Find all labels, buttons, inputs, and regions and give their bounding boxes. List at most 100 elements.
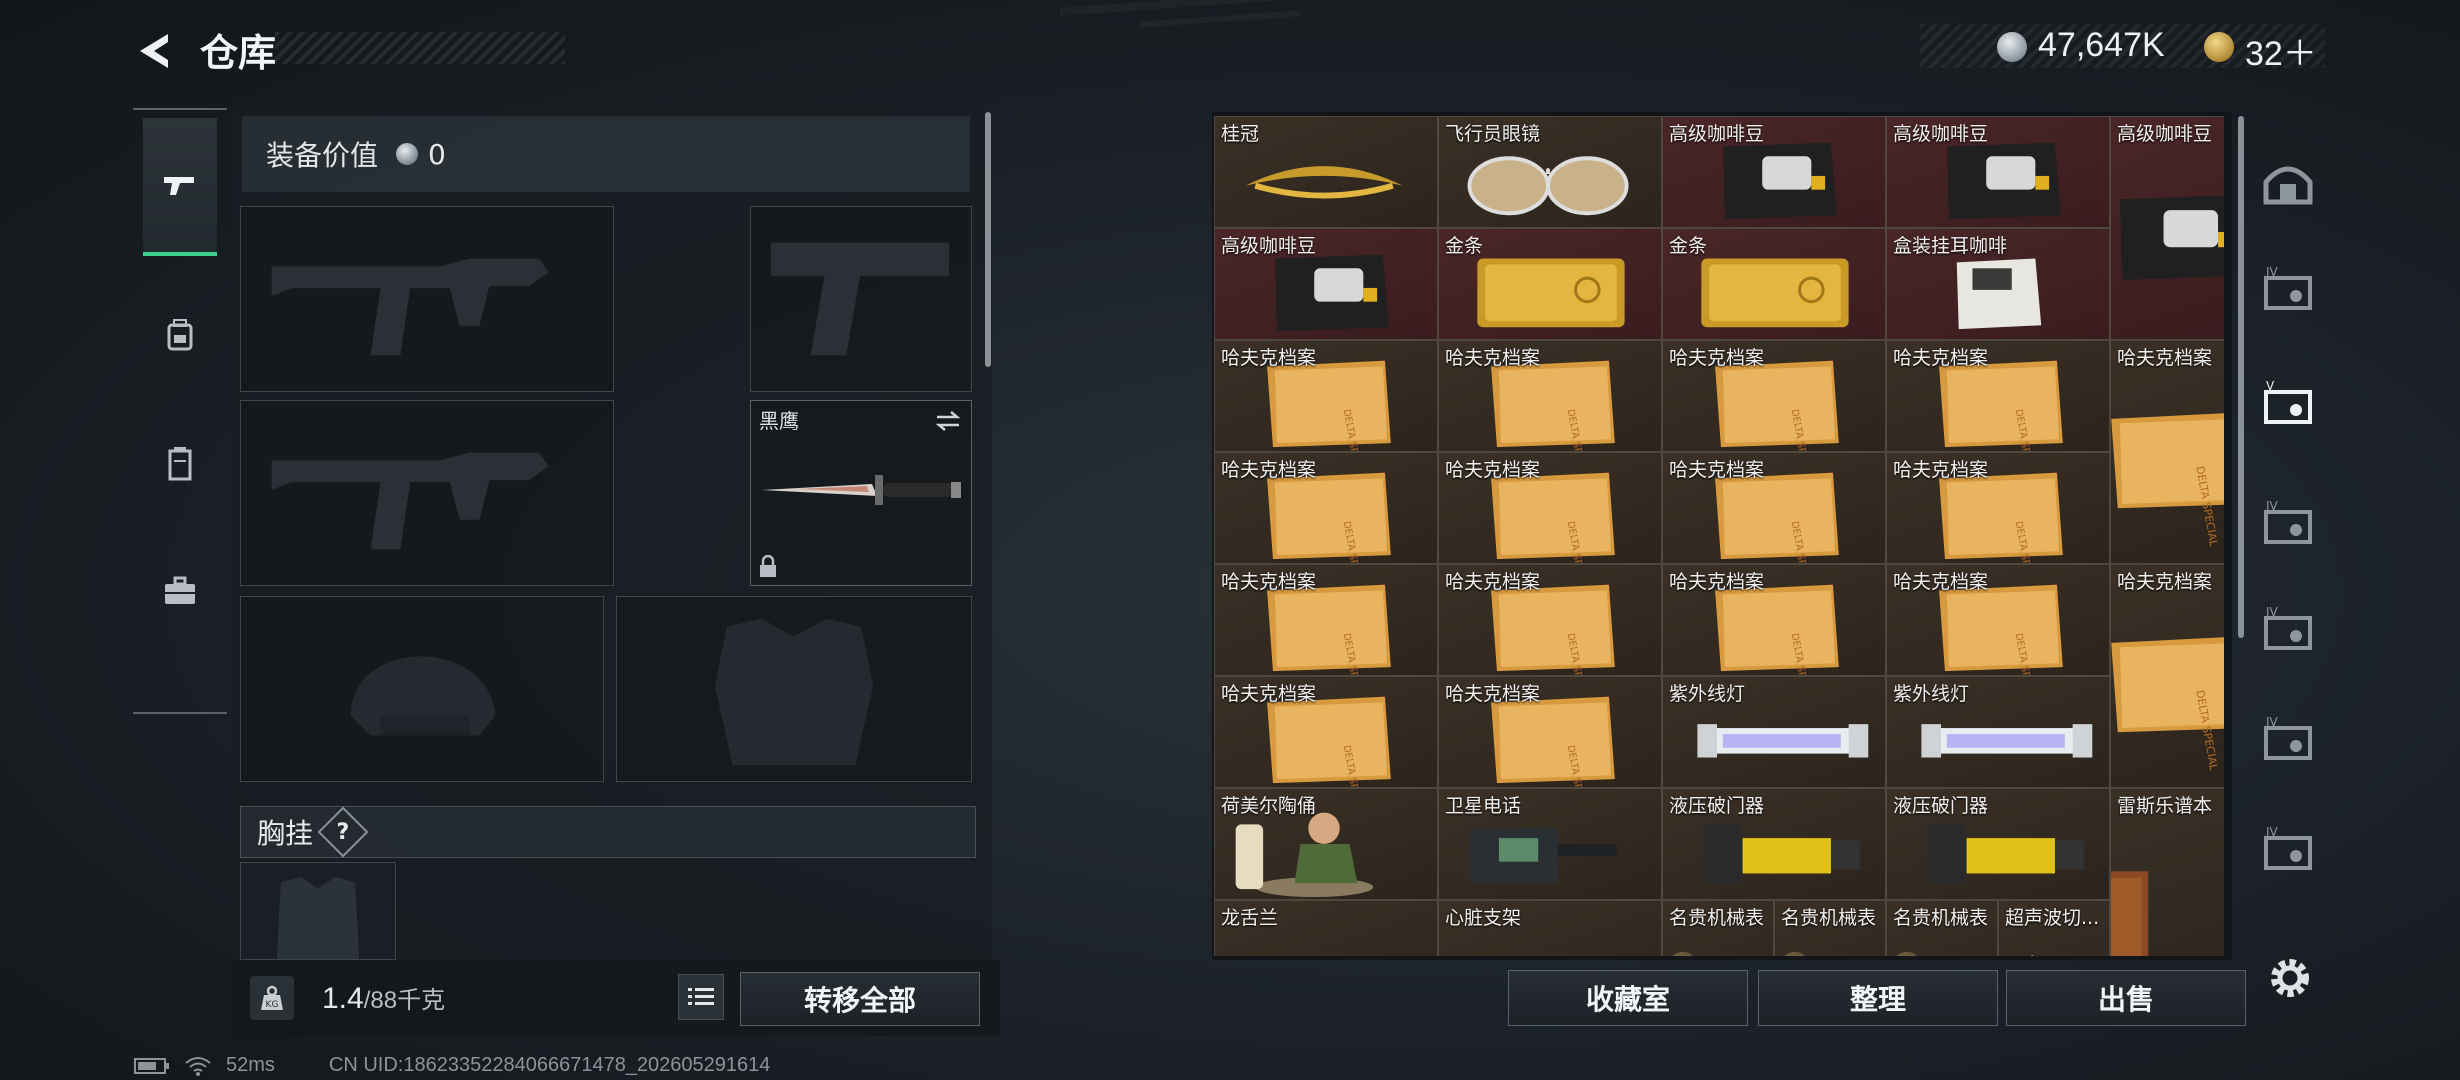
status-bar: 52ms CN UID:18623352284066671478_2026052… (134, 1054, 770, 1077)
pistol-silhouette-icon (770, 242, 950, 356)
chest-rig-header: 胸挂 ? (240, 806, 976, 858)
swap-icon[interactable] (933, 409, 963, 433)
inventory-cell[interactable]: DELTA SPECIAL 哈夫克档案 (1662, 452, 1886, 564)
equipment-scrollbar[interactable] (985, 112, 991, 367)
inventory-scrollbar[interactable] (2238, 116, 2244, 638)
storage-iv-4-icon[interactable]: IV (2260, 822, 2316, 878)
gold-coin-icon (2204, 32, 2234, 62)
chest-rig-slot[interactable] (240, 862, 396, 960)
gold-balance[interactable]: 32＋ (2245, 26, 2317, 75)
inventory-cell[interactable]: DELTA SPECIAL 哈夫克档案 (2110, 340, 2224, 564)
inventory-cell[interactable]: DELTA SPECIAL 哈夫克档案 (2110, 564, 2224, 788)
inventory-cell[interactable]: DELTA SPECIAL 哈夫克档案 (1214, 676, 1438, 788)
knife-icon (761, 475, 961, 505)
storage-iv-2-icon[interactable]: IV (2260, 496, 2316, 552)
inventory-cell[interactable]: DELTA SPECIAL 哈夫克档案 (1438, 340, 1662, 452)
pistol-slot[interactable] (750, 206, 972, 392)
title-stripe (275, 32, 565, 64)
back-arrow-icon[interactable] (130, 26, 180, 76)
item-label: 超声波切... (2005, 907, 2100, 929)
inventory-cell[interactable]: 名贵机械表 (1662, 900, 1774, 956)
settings-gear-icon[interactable] (2264, 952, 2316, 1004)
item-label: 哈夫克档案 (2117, 571, 2213, 593)
warehouse-icon[interactable] (2260, 152, 2316, 208)
storage-folder-icon[interactable]: IV (2260, 712, 2316, 768)
inventory-cell[interactable]: DELTA SPECIAL 哈夫克档案 (1886, 564, 2110, 676)
inventory-cell[interactable]: DELTA SPECIAL 哈夫克档案 (1662, 564, 1886, 676)
primary-weapon-slot[interactable] (240, 206, 614, 392)
inventory-cell[interactable]: DELTA SPECIAL 哈夫克档案 (1662, 340, 1886, 452)
weight-bar: KG 1.4/88千克 转移全部 (232, 960, 1000, 1036)
storage-iv-3-icon[interactable]: IV (2260, 602, 2316, 658)
inventory-cell[interactable]: 超声波切... (1998, 900, 2110, 956)
chest-rig-label: 胸挂 (257, 817, 314, 850)
tab-backpack[interactable] (143, 300, 217, 370)
transfer-all-button[interactable]: 转移全部 (740, 972, 980, 1026)
tab-weapon[interactable] (143, 118, 217, 256)
inventory-cell[interactable]: DELTA SPECIAL 哈夫克档案 (1438, 452, 1662, 564)
inventory-cell[interactable]: 高级咖啡豆 (1662, 116, 1886, 228)
user-uid: CN UID:18623352284066671478_202605291614 (328, 1054, 771, 1076)
weight-icon: KG (250, 976, 294, 1020)
inventory-cell[interactable]: 飞行员眼镜 (1438, 116, 1662, 228)
inventory-cell[interactable]: 金条 (1662, 228, 1886, 340)
inventory-cell[interactable]: 桂冠 (1214, 116, 1438, 228)
weight-current: 1.4 (322, 982, 364, 1015)
weight-readout: 1.4/88千克 (322, 980, 445, 1016)
sell-button[interactable]: 出售 (2006, 970, 2246, 1026)
item-label: 哈夫克档案 (1445, 571, 1541, 593)
inventory-cell[interactable]: 心脏支架 (1438, 900, 1662, 956)
inventory-cell[interactable]: 液压破门器 (1886, 788, 2110, 900)
list-view-button[interactable] (678, 974, 724, 1020)
inventory-cell[interactable]: 金条 (1438, 228, 1662, 340)
inventory-cell[interactable]: DELTA SPECIAL 哈夫克档案 (1438, 564, 1662, 676)
inventory-cell[interactable]: DELTA SPECIAL 哈夫克档案 (1886, 340, 2110, 452)
svg-text:IV: IV (2266, 499, 2279, 513)
inventory-cell[interactable]: DELTA SPECIAL 哈夫克档案 (1214, 564, 1438, 676)
inventory-cell[interactable]: 卫星电话 (1438, 788, 1662, 900)
melee-slot[interactable]: 黑鹰 (750, 400, 972, 586)
inventory-cell[interactable]: DELTA SPECIAL 哈夫克档案 (1438, 676, 1662, 788)
item-label: 哈夫克档案 (1221, 347, 1317, 369)
sort-button[interactable]: 整理 (1758, 970, 1998, 1026)
storage-iv-icon[interactable]: IV (2260, 262, 2316, 318)
tab-container[interactable] (143, 428, 217, 498)
storage-v-icon[interactable]: V (2260, 376, 2316, 432)
armor-slot[interactable] (616, 596, 972, 782)
item-label: 液压破门器 (1669, 795, 1765, 817)
collection-room-button[interactable]: 收藏室 (1508, 970, 1748, 1026)
rifle-silhouette-icon (271, 258, 549, 356)
background-streak (1140, 10, 1300, 28)
wifi-icon (185, 1056, 211, 1076)
inventory-cell[interactable]: 名贵机械表 (1886, 900, 1998, 956)
item-label: 哈夫克档案 (1669, 459, 1765, 481)
vest-silhouette-icon (276, 876, 360, 959)
inventory-cell[interactable]: 高级咖啡豆 (2110, 116, 2224, 340)
tab-case[interactable] (143, 556, 217, 626)
rifle-silhouette-icon (271, 452, 549, 550)
inventory-cell[interactable]: 盒装挂耳咖啡 (1886, 228, 2110, 340)
inventory-cell[interactable]: 高级咖啡豆 (1886, 116, 2110, 228)
list-icon (688, 988, 714, 1005)
inventory-cell[interactable]: DELTA SPECIAL 哈夫克档案 (1886, 452, 2110, 564)
inventory-cell[interactable]: 紫外线灯 (1662, 676, 1886, 788)
item-label: 哈夫克档案 (1221, 459, 1317, 481)
help-icon[interactable]: ? (317, 806, 369, 858)
item-label: 哈夫克档案 (1445, 459, 1541, 481)
inventory-cell[interactable]: 高级咖啡豆 (1214, 228, 1438, 340)
inventory-cell[interactable]: 紫外线灯 (1886, 676, 2110, 788)
inventory-cell[interactable]: 雷斯乐谱本 (2110, 788, 2224, 956)
inventory-cell[interactable]: DELTA SPECIAL 哈夫克档案 (1214, 340, 1438, 452)
inventory-cell[interactable]: 名贵机械表 (1774, 900, 1886, 956)
secondary-weapon-slot[interactable] (240, 400, 614, 586)
inventory-cell[interactable]: DELTA SPECIAL 哈夫克档案 (1214, 452, 1438, 564)
ping: 52ms (226, 1054, 275, 1076)
helmet-slot[interactable] (240, 596, 604, 782)
coffee-bag-icon (2119, 195, 2224, 280)
inventory-cell[interactable]: 龙舌兰 (1214, 900, 1438, 956)
pistol-icon (164, 177, 194, 195)
inventory-cell[interactable]: 荷美尔陶俑 (1214, 788, 1438, 900)
item-label: 哈夫克档案 (1445, 347, 1541, 369)
help-glyph: ? (336, 819, 350, 845)
inventory-cell[interactable]: 液压破门器 (1662, 788, 1886, 900)
